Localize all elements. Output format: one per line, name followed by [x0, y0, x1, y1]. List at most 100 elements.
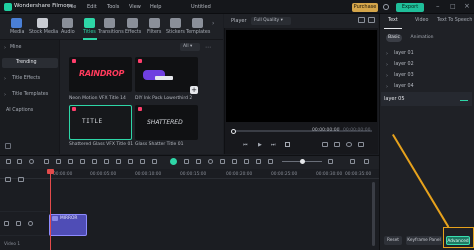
layer-row[interactable]: layer 02 [394, 62, 414, 67]
advanced-button[interactable]: Advanced [446, 236, 470, 245]
layout-icon[interactable] [6, 159, 11, 164]
timeline-vertical-scrollbar[interactable] [372, 182, 375, 246]
camera-icon[interactable] [334, 142, 340, 147]
sidebar-item-title-templates[interactable]: Title Templates [12, 92, 48, 97]
title-thumbnail-selected[interactable]: TITLE [69, 105, 132, 140]
title-thumbnail[interactable]: SHATTERED [135, 105, 198, 140]
filters-icon[interactable] [149, 18, 160, 28]
chevron-right-icon[interactable]: › [4, 92, 6, 98]
menu-help[interactable]: Help [150, 4, 161, 10]
templates-icon[interactable] [192, 18, 203, 28]
layer-row[interactable]: layer 01 [394, 51, 414, 56]
tab-titles[interactable]: Titles [83, 30, 96, 35]
titles-icon[interactable] [84, 18, 95, 28]
sidebar-item-ai-captions[interactable]: AI Captions [6, 108, 33, 113]
layout-icon[interactable] [17, 159, 22, 164]
undo-icon[interactable] [44, 159, 49, 164]
snapshot-icon[interactable] [220, 159, 225, 164]
grid-icon[interactable] [350, 159, 355, 164]
quality-dropdown[interactable]: Full Quality ▾ [251, 17, 291, 25]
speed-icon[interactable] [104, 159, 109, 164]
crop-icon[interactable] [92, 159, 97, 164]
menu-file[interactable]: File [68, 4, 76, 10]
stock-media-icon[interactable] [37, 18, 48, 28]
settings-icon[interactable] [364, 159, 369, 164]
tab-text-to-speech[interactable]: Text To Speech [437, 18, 472, 23]
keyframe-panel-button[interactable]: Keyframe Panel [406, 236, 442, 245]
preview-screen[interactable] [226, 30, 377, 122]
play-icon[interactable]: ▶ [258, 142, 262, 148]
collapse-sidebar-icon[interactable] [5, 143, 11, 149]
title-thumbnail[interactable] [135, 57, 198, 92]
marker-icon[interactable] [184, 159, 189, 164]
playback-scrubber[interactable] [231, 128, 236, 134]
menu-view[interactable]: View [129, 4, 141, 10]
more-tools-icon[interactable] [140, 159, 145, 164]
shield-icon[interactable] [196, 159, 201, 164]
media-icon[interactable] [11, 18, 22, 28]
transitions-icon[interactable] [104, 18, 115, 28]
tab-video[interactable]: Video [415, 18, 428, 23]
zoom-slider-knob[interactable] [300, 159, 305, 164]
menu-tools[interactable]: Tools [107, 4, 119, 10]
color-icon[interactable] [116, 159, 121, 164]
chevron-right-icon[interactable]: › [386, 62, 388, 68]
chevron-right-icon[interactable]: › [386, 51, 388, 57]
volume-icon[interactable] [346, 142, 352, 147]
text-icon[interactable] [232, 159, 237, 164]
next-frame-icon[interactable]: ⏭ [271, 142, 276, 148]
title-thumbnail[interactable]: RAINDROP [69, 57, 132, 92]
tab-media[interactable]: Media [10, 30, 24, 35]
maximize-icon[interactable]: □ [450, 3, 456, 10]
filter-all-dropdown[interactable]: All ▾ [180, 43, 200, 51]
delete-icon[interactable] [68, 159, 73, 164]
display-icon[interactable] [322, 142, 328, 147]
subtab-basic[interactable]: Basic [386, 34, 402, 42]
audio-icon[interactable] [62, 18, 73, 28]
account-icon[interactable] [383, 4, 389, 10]
chevron-right-icon[interactable]: › [386, 84, 388, 90]
subtab-animation[interactable]: Animation [408, 34, 436, 42]
render-icon[interactable] [170, 158, 177, 165]
sidebar-item-mine[interactable]: Mine [10, 45, 21, 50]
reset-button[interactable]: Reset [384, 236, 402, 245]
chevron-right-icon[interactable]: › [4, 76, 6, 82]
link-icon[interactable] [256, 159, 261, 164]
effects-icon[interactable] [127, 18, 138, 28]
menu-edit[interactable]: Edit [87, 4, 97, 10]
tab-audio[interactable]: Audio [61, 30, 75, 35]
prev-frame-icon[interactable]: ⏮ [243, 142, 248, 148]
eye-icon[interactable] [28, 221, 33, 226]
redo-icon[interactable] [56, 159, 61, 164]
zoom-out-icon[interactable] [268, 159, 273, 164]
tab-stock-media[interactable]: Stock Media [29, 30, 58, 35]
ai-tool-icon[interactable] [152, 159, 157, 164]
playhead[interactable] [50, 170, 51, 250]
tab-filters[interactable]: Filters [147, 30, 161, 35]
lock-icon[interactable] [16, 221, 21, 226]
more-tabs-icon[interactable]: › [212, 20, 214, 27]
chevron-right-icon[interactable]: › [4, 45, 6, 51]
layer-row[interactable]: layer 03 [394, 73, 414, 78]
tab-stickers[interactable]: Stickers [166, 30, 185, 35]
minimize-icon[interactable]: – [436, 2, 440, 10]
more-options-icon[interactable]: ⋯ [205, 44, 211, 51]
export-button[interactable]: Export [396, 2, 424, 12]
zoom-in-icon[interactable] [328, 159, 333, 164]
sidebar-item-title-effects[interactable]: Title Effects [12, 76, 40, 81]
split-icon[interactable] [80, 159, 85, 164]
sidebar-item-trending[interactable]: Trending [16, 60, 37, 65]
audio-icon[interactable] [128, 159, 133, 164]
tab-transitions[interactable]: Transitions [98, 30, 124, 35]
expand-icon[interactable] [358, 142, 364, 147]
layer-toggle-icon[interactable] [460, 96, 468, 101]
select-tool-icon[interactable] [29, 159, 34, 164]
tab-templates[interactable]: Templates [186, 30, 210, 35]
stickers-icon[interactable] [170, 18, 181, 28]
chevron-right-icon[interactable]: › [386, 73, 388, 79]
add-title-icon[interactable]: + [190, 86, 198, 94]
snapshot-icon[interactable] [358, 17, 365, 23]
record-icon[interactable] [208, 159, 213, 164]
tab-effects[interactable]: Effects [125, 30, 141, 35]
tab-text[interactable]: Text [388, 18, 398, 23]
